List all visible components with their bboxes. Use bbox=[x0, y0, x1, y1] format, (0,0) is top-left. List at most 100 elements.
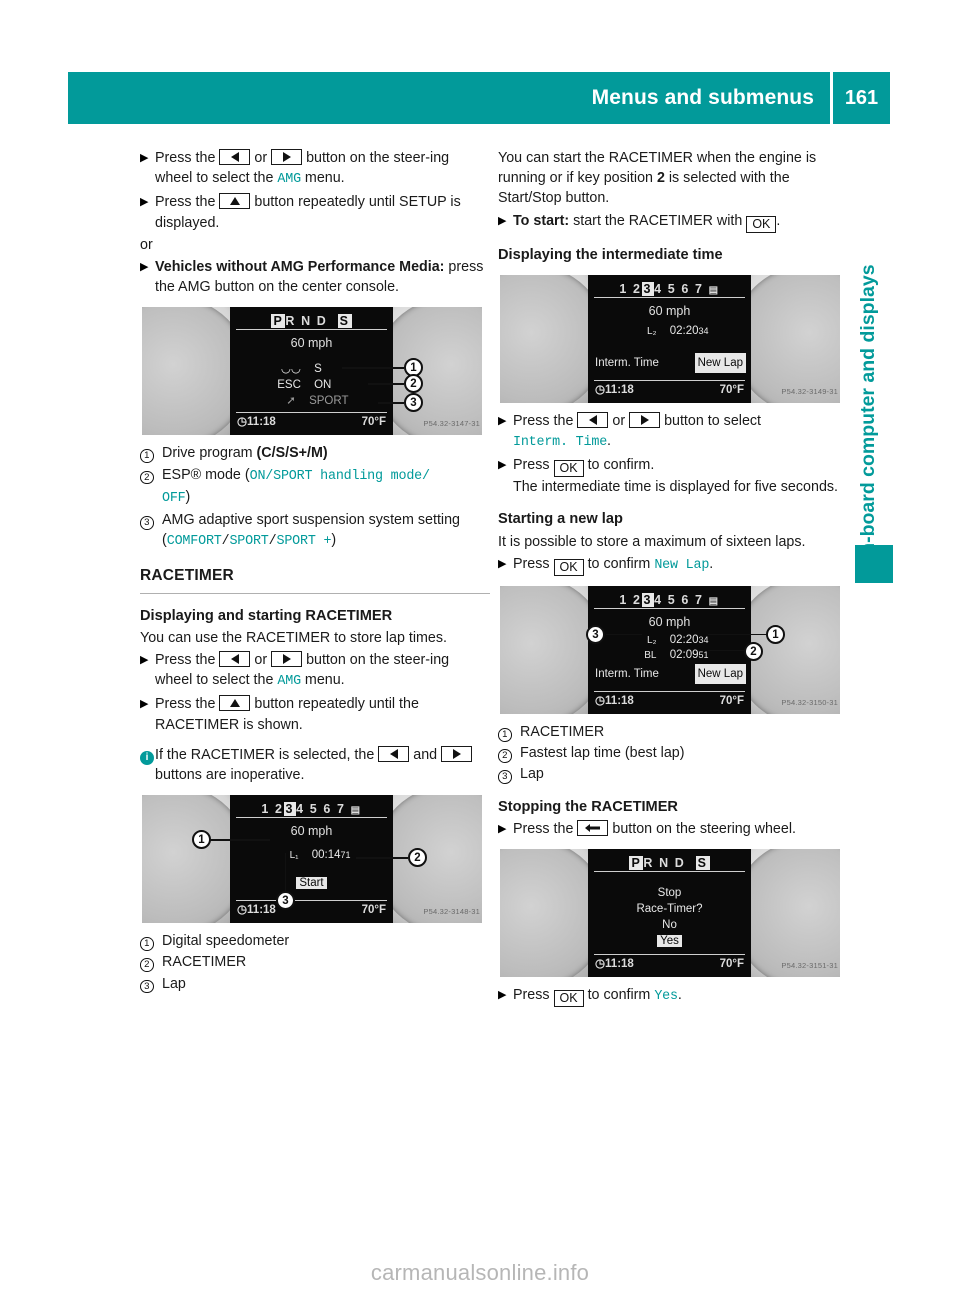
left-arrow-button-icon[interactable] bbox=[219, 651, 251, 668]
step-tail: . bbox=[607, 433, 612, 450]
step-select-interm-time: ▶ Press the or button to select Interm. … bbox=[498, 411, 848, 453]
ok-button-icon[interactable]: OK bbox=[553, 558, 584, 576]
step-text-post: to confirm bbox=[587, 555, 655, 572]
lap-hundredths: 71 bbox=[340, 850, 351, 861]
step-press-up-setup: ▶ Press the button repeatedly until SETU… bbox=[140, 192, 490, 232]
section-heading-racetimer: RACETIMER bbox=[140, 567, 234, 585]
figure-code-4: P54.32-3150-31 bbox=[781, 697, 838, 707]
up-arrow-button-icon[interactable] bbox=[219, 695, 251, 712]
cluster-body-5: Stop Race-Timer? No Yes bbox=[588, 879, 751, 951]
ok-button-icon[interactable]: OK bbox=[553, 990, 584, 1008]
cluster-display-screen: 1 234 5 6 7 ▤ 60 mph L₂ 02:2034 Interm. … bbox=[588, 274, 751, 403]
suspension-row: ➚ SPORT bbox=[230, 391, 393, 411]
step-text-pre: Press the bbox=[155, 194, 216, 211]
clock-value: ◷11:18 bbox=[595, 694, 634, 707]
instrument-cluster-figure-3: 1 234 5 6 7 ▤ 60 mph L₂ 02:2034 Interm. … bbox=[500, 274, 840, 403]
legend-value-sport-plus: SPORT + bbox=[276, 534, 332, 550]
right-arrow-button-icon[interactable] bbox=[441, 745, 473, 762]
interm-time-option[interactable]: Interm. Time bbox=[595, 353, 659, 373]
step-text-tail: menu. bbox=[304, 170, 345, 187]
leader-line-2 bbox=[356, 857, 408, 859]
gear-digits-pre: 1 2 bbox=[619, 281, 642, 296]
legend-text: Digital speedometer bbox=[162, 933, 290, 950]
display-divider-top bbox=[594, 608, 745, 610]
bullet-arrow-icon: ▶ bbox=[498, 989, 507, 1002]
step-text-tail: menu. bbox=[304, 672, 345, 689]
legend-figure-4: 1 RACETIMER 2 Fastest lap time (best lap… bbox=[498, 722, 848, 785]
new-lap-button[interactable]: New Lap bbox=[694, 352, 746, 374]
instrument-cluster-figure-5: PR N D S Stop Race-Timer? No Yes ◷11:18 … bbox=[500, 849, 840, 978]
display-divider-top bbox=[236, 329, 387, 331]
step-press-back-button: ▶ Press the button on the steering wheel… bbox=[498, 819, 848, 839]
step-text-pre: Press the bbox=[513, 820, 574, 837]
start-button[interactable]: Start bbox=[296, 877, 327, 890]
legend-item: 3 AMG adaptive sport suspension system s… bbox=[140, 510, 490, 552]
gear-rnd: R N D bbox=[643, 856, 686, 871]
step-press-left-right-amg-2: ▶ Press the or button on the steer-ing w… bbox=[140, 650, 490, 692]
leader-line-2 bbox=[368, 383, 404, 385]
step-confirm-new-lap: ▶ Press OK to confirm New Lap. bbox=[498, 554, 848, 576]
ok-button-icon[interactable]: OK bbox=[746, 215, 777, 233]
header-title-box: Menus and submenus bbox=[68, 72, 830, 124]
note-text-mid: and bbox=[413, 746, 438, 763]
chapter-side-tab: On-board computer and displays bbox=[845, 140, 891, 570]
step-text-post: button to select bbox=[664, 412, 762, 429]
legend-value-off: OFF bbox=[162, 490, 186, 506]
legend-text: Lap bbox=[162, 975, 186, 992]
step-text-pre: Press the bbox=[155, 652, 216, 669]
instrument-cluster-figure-1: PR N D S 60 mph ◡◡ S ESC ON ➚ SPORT ◷11:… bbox=[142, 307, 482, 436]
dialog-option-yes[interactable]: Yes bbox=[657, 935, 682, 948]
page-number: 161 bbox=[844, 86, 879, 109]
legend-number: 2 bbox=[140, 952, 162, 972]
left-arrow-button-icon[interactable] bbox=[378, 745, 410, 762]
right-arrow-button-icon[interactable] bbox=[271, 651, 303, 668]
step-to-start: ▶ To start: start the RACETIMER with OK. bbox=[498, 211, 848, 233]
or-label: or bbox=[140, 236, 153, 253]
interm-time-option[interactable]: Interm. Time bbox=[595, 664, 659, 684]
callout-3: 3 bbox=[586, 625, 605, 645]
new-lap-button[interactable]: New Lap bbox=[694, 664, 746, 685]
left-column: ▶ Press the or button on the steer-ing w… bbox=[140, 148, 490, 995]
back-button-icon[interactable] bbox=[577, 819, 609, 836]
note-racetimer-inoperative: i If the RACETIMER is selected, the and … bbox=[140, 745, 490, 785]
ok-button-icon[interactable]: OK bbox=[553, 460, 584, 478]
key-position-value: 2 bbox=[656, 170, 665, 187]
lap-time-value: 00:14 bbox=[311, 849, 341, 862]
right-arrow-button-icon[interactable] bbox=[629, 411, 661, 428]
cluster-status-bar-5: ◷11:18 70°F bbox=[595, 954, 744, 974]
bullet-arrow-icon: ▶ bbox=[140, 698, 149, 711]
step-bold-lead: To start: bbox=[513, 212, 570, 229]
right-arrow-button-icon[interactable] bbox=[271, 149, 303, 165]
gear-digits-pre: 1 2 bbox=[261, 802, 284, 817]
legend-number: 3 bbox=[140, 974, 162, 994]
gear-p-selected: P bbox=[271, 314, 286, 329]
clock-value: ◷11:18 bbox=[595, 957, 634, 970]
lap-time-row: L₂ 02:2034 bbox=[588, 321, 751, 342]
legend-number: 3 bbox=[498, 764, 520, 784]
step-text-mid: or bbox=[612, 412, 626, 429]
cluster-body-3: L₂ 02:2034 Interm. Time New Lap bbox=[588, 319, 751, 377]
cluster-body-1: ◡◡ S ESC ON ➚ SPORT bbox=[230, 351, 393, 409]
step-bold-lead: Vehicles without AMG Performance Media: bbox=[155, 259, 445, 276]
left-arrow-button-icon[interactable] bbox=[219, 149, 251, 165]
callout-1: 1 bbox=[766, 625, 785, 645]
clock-value: ◷11:18 bbox=[237, 904, 276, 917]
left-arrow-button-icon[interactable] bbox=[577, 411, 609, 428]
bullet-arrow-icon: ▶ bbox=[498, 459, 507, 472]
leader-line-1 bbox=[342, 367, 404, 369]
bullet-arrow-icon: ▶ bbox=[498, 557, 507, 570]
up-arrow-button-icon[interactable] bbox=[219, 193, 251, 210]
site-watermark: carmanualsonline.info bbox=[370, 1260, 590, 1285]
legend-number: 1 bbox=[140, 443, 162, 463]
display-divider-top bbox=[594, 296, 745, 298]
lap-time-row: L₁ 00:1471 bbox=[230, 845, 393, 866]
temperature-value: 70°F bbox=[719, 383, 744, 396]
step-text-post: button on the steering wheel. bbox=[612, 820, 796, 837]
racetimer-intro-text: You can use the RACETIMER to store lap t… bbox=[140, 629, 447, 646]
legend-item: 2 RACETIMER bbox=[140, 952, 490, 972]
subheading-starting-new-lap: Starting a new lap bbox=[498, 511, 623, 528]
racetimer-start-conditions: You can start the RACETIMER when the eng… bbox=[498, 148, 848, 209]
page-title: Menus and submenus bbox=[591, 86, 814, 109]
bullet-arrow-icon: ▶ bbox=[140, 654, 149, 667]
legend-text: RACETIMER bbox=[520, 724, 605, 741]
